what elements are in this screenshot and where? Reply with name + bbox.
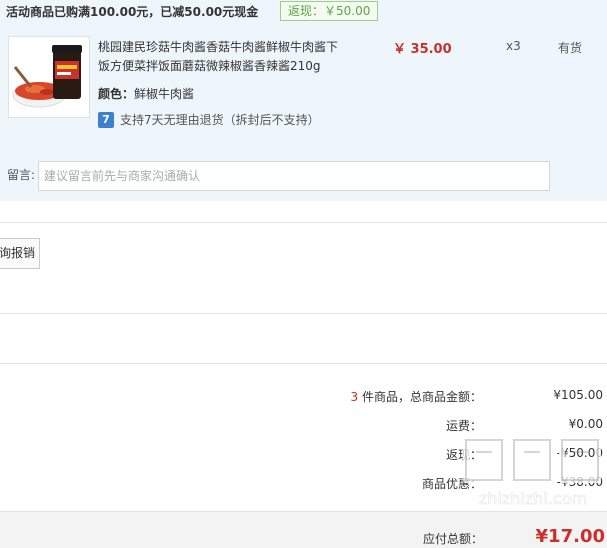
remark-label: 留言:: [7, 168, 36, 182]
color-value: 鲜椒牛肉酱: [134, 87, 195, 101]
product-quantity: x3: [506, 39, 521, 53]
product-image: [9, 37, 89, 117]
shipping-value: ¥0.00: [568, 417, 603, 431]
payable-bar: [0, 511, 607, 548]
remark-input[interactable]: [38, 161, 550, 191]
payable-value: ¥17.00: [535, 526, 605, 547]
divider: [0, 313, 607, 314]
product-color: 颜色：鲜椒牛肉酱: [98, 85, 194, 102]
return-policy-text: 支持7天无理由退货（拆封后不支持）: [120, 113, 320, 127]
color-label: 颜色：: [98, 87, 135, 101]
promo-text: 活动商品已购满100.00元，已减50.00元现金: [6, 5, 259, 19]
watermark-text: zhizhizhi.com: [479, 489, 587, 508]
divider: [0, 222, 607, 223]
discount-value: -¥38.00: [556, 475, 603, 489]
product-title[interactable]: 桃园建民珍菇牛肉酱香菇牛肉酱鲜椒牛肉酱下饭方便菜拌饭面蘑菇微辣椒酱香辣酱210g: [98, 38, 348, 76]
product-thumbnail[interactable]: [8, 36, 90, 118]
seven-day-return-icon: 7: [98, 111, 114, 128]
product-price: ￥ 35.00: [393, 42, 452, 57]
reimburse-button[interactable]: 询报销: [0, 238, 40, 269]
rebate-value: -¥50.00: [556, 446, 603, 460]
divider: [0, 363, 607, 364]
total-items-label: 3 件商品，总商品金额：: [351, 388, 482, 405]
rebate-tag: 返现：￥50.00: [280, 1, 379, 21]
rebate-label: 返现：: [445, 448, 482, 462]
total-amount-value: ¥105.00: [553, 388, 603, 402]
stock-status: 有货: [558, 41, 583, 55]
payable-label: 应付总额：: [422, 532, 483, 546]
shipping-label: 运费：: [445, 419, 482, 433]
return-policy: 7 支持7天无理由退货（拆封后不支持）: [98, 111, 320, 128]
total-items-suffix: 件商品，总商品金额：: [358, 390, 482, 404]
discount-label: 商品优惠：: [421, 477, 482, 491]
